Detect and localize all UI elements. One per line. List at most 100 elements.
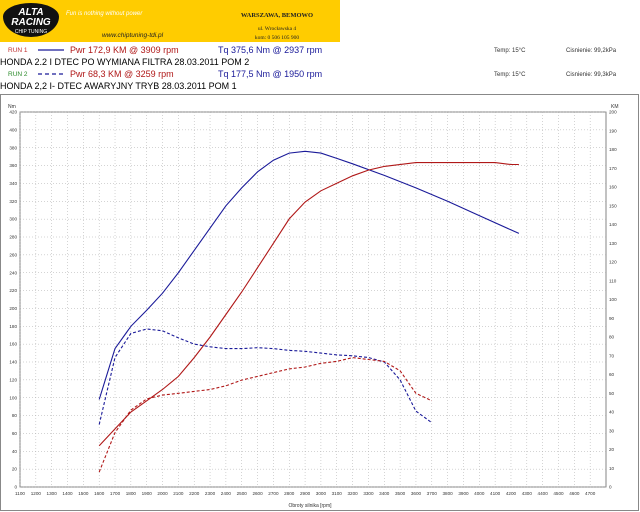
run-2-torque-line — [98, 328, 433, 425]
x-tick-label: 4300 — [522, 491, 533, 496]
run-1-torque-line — [98, 150, 520, 400]
x-tick-label: 1600 — [94, 491, 105, 496]
y-right-tick-label: 130 — [609, 241, 617, 246]
header-banner: ALTA RACING CHIP TUNING Fun is nothing w… — [0, 0, 340, 42]
x-tick-label: 2500 — [237, 491, 248, 496]
run2-torque: Tq 177,5 Nm @ 1950 rpm — [218, 69, 323, 79]
y-right-tick-label: 10 — [609, 466, 615, 471]
y-left-tick-label: 300 — [9, 217, 17, 222]
y-left-tick-label: 100 — [9, 395, 17, 400]
x-tick-label: 2800 — [284, 491, 295, 496]
x-tick-label: 2900 — [300, 491, 311, 496]
x-tick-label: 3500 — [395, 491, 406, 496]
y-right-tick-label: 0 — [609, 485, 612, 490]
x-tick-label: 4100 — [490, 491, 501, 496]
x-tick-label: 4500 — [553, 491, 564, 496]
street: ul. Wrocławska 4 — [257, 26, 297, 32]
x-tick-label: 2200 — [189, 491, 200, 496]
logo-line3: CHIP TUNING — [14, 29, 48, 35]
x-tick-label: 2300 — [205, 491, 216, 496]
run2-pressure: Cisnienie: 99,3kPa — [566, 72, 617, 78]
x-tick-label: 2400 — [221, 491, 232, 496]
run-2-power-line — [98, 357, 433, 473]
y-left-tick-label: 40 — [12, 449, 18, 454]
y-right-tick-label: 20 — [609, 447, 615, 452]
x-axis-label: Obroty silnika [rpm] — [288, 503, 332, 509]
grid — [19, 111, 607, 488]
y-right-tick-label: 200 — [609, 110, 617, 115]
y-left-tick-label: 320 — [9, 199, 17, 204]
y-left-tick-label: 280 — [9, 235, 17, 240]
x-tick-label: 4400 — [538, 491, 549, 496]
y-left-tick-label: 160 — [9, 342, 17, 347]
y-right-tick-label: 90 — [609, 316, 615, 321]
y-right-tick-label: 140 — [609, 222, 617, 227]
run2-label: RUN 2 — [8, 71, 28, 78]
x-tick-label: 1400 — [62, 491, 73, 496]
y-left-tick-label: 140 — [9, 360, 17, 365]
x-tick-label: 3100 — [332, 491, 343, 496]
run1-power: Pwr 172,9 KM @ 3909 rpm — [70, 45, 179, 55]
x-tick-label: 1200 — [31, 491, 42, 496]
x-tick-label: 4000 — [474, 491, 485, 496]
x-tick-label: 3000 — [316, 491, 327, 496]
x-tick-label: 4200 — [506, 491, 517, 496]
y-left-tick-label: 420 — [9, 110, 17, 115]
run1-label: RUN 1 — [8, 47, 28, 54]
y-left-tick-label: 340 — [9, 181, 17, 186]
x-tick-label: 2600 — [252, 491, 263, 496]
x-tick-label: 1700 — [110, 491, 121, 496]
x-tick-label: 1100 — [15, 491, 25, 496]
run2-legend-line — [38, 73, 64, 75]
x-tick-label: 1800 — [126, 491, 137, 496]
x-tick-label: 2700 — [268, 491, 279, 496]
series-lines — [98, 150, 520, 473]
x-tick-label: 4700 — [585, 491, 596, 496]
y-right-tick-label: 120 — [609, 260, 617, 265]
y-right-tick-label: 100 — [609, 297, 617, 302]
x-tick-label: 3600 — [411, 491, 422, 496]
x-tick-label: 3900 — [458, 491, 469, 496]
y-left-tick-label: 20 — [12, 467, 18, 472]
run1-pressure: Cisnienie: 99,2kPa — [566, 48, 617, 54]
run2-power: Pwr 68,3 KM @ 3259 rpm — [70, 69, 174, 79]
y-right-tick-label: 190 — [609, 128, 617, 133]
y-left-tick-label: 220 — [9, 288, 17, 293]
y-left-tick-label: 0 — [14, 485, 17, 490]
y-left-tick-label: 400 — [9, 127, 17, 132]
run1-torque: Tq 375,6 Nm @ 2937 rpm — [218, 45, 323, 55]
x-tick-label: 3200 — [347, 491, 358, 496]
run2-description: HONDA 2,2 I- DTEC AWARYJNY TRYB 28.03.20… — [0, 81, 237, 91]
y-left-tick-label: 60 — [12, 431, 18, 436]
city: WARSZAWA, BEMOWO — [240, 12, 314, 19]
y-left-tick-label: 200 — [9, 306, 17, 311]
y-left-tick-label: 360 — [9, 163, 17, 168]
phone: kom: 0 506 105 900 — [254, 35, 300, 41]
dyno-chart: Nm KM Obroty silnika [rpm] 1100 1200 1300 1… — [8, 104, 619, 509]
y-right-tick-label: 160 — [609, 185, 617, 190]
run1-temp: Temp: 15°C — [494, 48, 526, 54]
y-right-tick-label: 150 — [609, 203, 617, 208]
x-tick-label: 3700 — [427, 491, 438, 496]
website: www.chiptuning-tdi.pl — [102, 32, 164, 39]
y-right-tick-label: 60 — [609, 372, 615, 377]
contact-box: WARSZAWA, BEMOWO ul. Wrocławska 4 kom: 0… — [218, 8, 336, 42]
run2-temp: Temp: 15°C — [494, 72, 526, 78]
slogan: Fun is nothing without power — [66, 11, 143, 17]
y-left-tick-label: 80 — [12, 413, 18, 418]
y-right-tick-label: 110 — [609, 278, 617, 283]
y-right-tick-label: 70 — [609, 353, 615, 358]
plot-area — [19, 111, 607, 488]
tick-labels: 1100 1200 1300 1400 1500 1600 1700 1800 1900 2000… — [9, 110, 617, 496]
x-tick-label: 2000 — [157, 491, 168, 496]
y-left-tick-label: 240 — [9, 270, 17, 275]
y-left-tick-label: 380 — [9, 145, 17, 150]
x-tick-label: 1900 — [142, 491, 153, 496]
y-right-tick-label: 40 — [609, 410, 615, 415]
x-tick-label: 1300 — [47, 491, 58, 496]
y-right-tick-label: 30 — [609, 428, 615, 433]
y-left-tick-label: 120 — [9, 377, 17, 382]
y-left-tick-label: 180 — [9, 324, 17, 329]
x-tick-label: 3800 — [443, 491, 454, 496]
x-tick-label: 4600 — [569, 491, 580, 496]
